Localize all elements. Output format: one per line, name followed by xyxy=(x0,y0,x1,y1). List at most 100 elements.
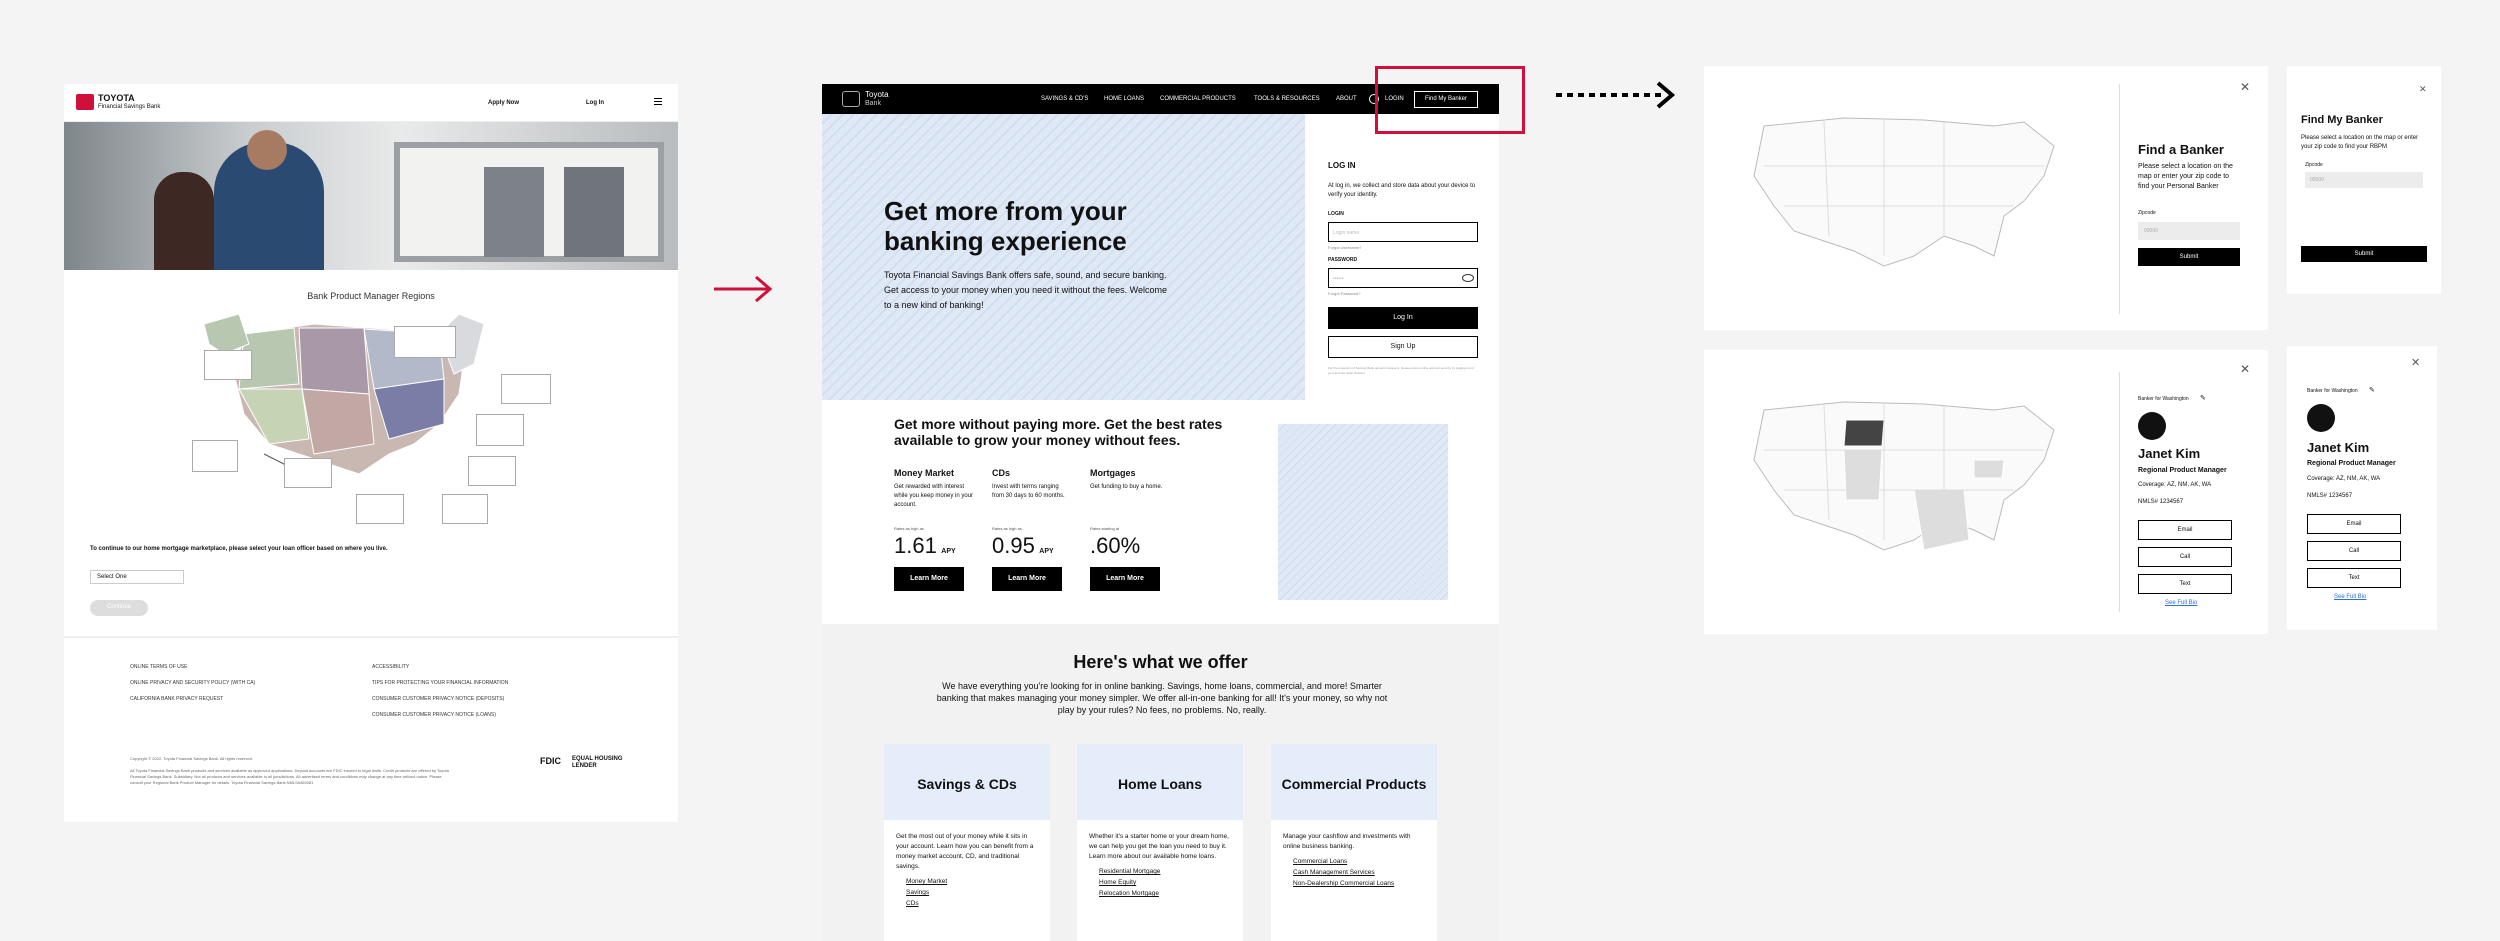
region-callout[interactable] xyxy=(356,494,404,524)
banker-name: Janet Kim xyxy=(2138,446,2201,461)
submit-button[interactable]: Submit xyxy=(2301,246,2427,262)
card-link[interactable]: Money Market xyxy=(884,872,1050,885)
learn-more-button[interactable]: Learn More xyxy=(1090,567,1160,591)
region-callout[interactable] xyxy=(394,326,456,358)
modal-desc: Please select a location on the map or e… xyxy=(2301,135,2419,150)
signup-button[interactable]: Sign Up xyxy=(1328,336,1478,358)
log-in-link[interactable]: Log In xyxy=(586,100,604,106)
forgot-username-link[interactable]: Forgot Username? xyxy=(1328,245,1361,250)
footer-link[interactable]: CALIFORNIA BANK PRIVACY REQUEST xyxy=(130,696,223,702)
full-bio-link[interactable]: See Full Bio xyxy=(2334,594,2366,600)
login-input[interactable]: Login name xyxy=(1328,222,1478,242)
banker-result-mobile: ✕ Banker for Washington ✎ Janet Kim Regi… xyxy=(2287,346,2437,630)
brand-name: Toyota xyxy=(865,90,889,99)
toyota-logo-icon xyxy=(842,91,860,107)
card-link[interactable]: Cash Management Services xyxy=(1271,865,1437,876)
login-panel: LOG IN At log in, we collect and store d… xyxy=(1305,114,1499,400)
footer-link[interactable]: ONLINE TERMS OF USE xyxy=(130,664,187,670)
learn-more-button[interactable]: Learn More xyxy=(992,567,1062,591)
card-desc: Whether it's a starter home or your drea… xyxy=(1089,833,1229,860)
zip-input[interactable]: 00000 xyxy=(2138,222,2240,240)
login-label: LOGIN xyxy=(1328,211,1344,217)
us-map[interactable] xyxy=(1724,106,2114,286)
card-link[interactable]: Relocation Mortgage xyxy=(1077,886,1243,897)
submit-button[interactable]: Submit xyxy=(2138,248,2240,266)
banker-coverage: Coverage: AZ, NM, AK, WA xyxy=(2307,476,2381,482)
text-button[interactable]: Text xyxy=(2307,568,2401,588)
banker-for-label: Banker for Washington xyxy=(2307,388,2358,394)
nav-tools-resources[interactable]: TOOLS & RESOURCES xyxy=(1254,96,1320,102)
call-button[interactable]: Call xyxy=(2138,547,2232,567)
nav-home-loans[interactable]: HOME LOANS xyxy=(1104,96,1144,102)
edit-icon[interactable]: ✎ xyxy=(2200,394,2206,402)
banker-role: Regional Product Manager xyxy=(2138,467,2227,474)
email-button[interactable]: Email xyxy=(2307,514,2401,534)
edit-icon[interactable]: ✎ xyxy=(2369,386,2375,394)
forgot-password-link[interactable]: Forgot Password? xyxy=(1328,291,1360,296)
login-desc: At log in, we collect and store data abo… xyxy=(1328,183,1476,198)
hero-text: Toyota Financial Savings Bank offers saf… xyxy=(884,270,1167,310)
brand-sub: Financial Savings Bank xyxy=(98,104,161,110)
call-button[interactable]: Call xyxy=(2307,541,2401,561)
banker-result-modal: ✕ Banker for Washington ✎ Janet Kim Regi… xyxy=(1704,350,2268,634)
card-header: Home Loans xyxy=(1077,744,1243,820)
region-callout[interactable] xyxy=(442,494,488,524)
full-bio-link[interactable]: See Full Bio xyxy=(2165,600,2197,606)
map-title: Bank Product Manager Regions xyxy=(307,291,435,301)
close-icon[interactable]: ✕ xyxy=(2419,84,2427,95)
rate-desc: Get funding to buy a home. xyxy=(1090,484,1163,490)
password-label: PASSWORD xyxy=(1328,257,1358,263)
region-callout[interactable] xyxy=(192,440,238,472)
offer-title: Here's what we offer xyxy=(1073,652,1248,672)
continue-button[interactable]: Continue xyxy=(90,600,148,616)
card-link[interactable]: Savings xyxy=(884,885,1050,896)
region-callout[interactable] xyxy=(204,350,252,380)
login-button[interactable]: Log In xyxy=(1328,307,1478,329)
disclaimer: All Toyota Financial Savings Bank produc… xyxy=(130,768,449,785)
offer-section: Here's what we offer We have everything … xyxy=(822,624,1499,941)
region-callout[interactable] xyxy=(284,458,332,488)
region-callout[interactable] xyxy=(476,414,524,446)
card-link[interactable]: Home Equity xyxy=(1077,875,1243,886)
rate-caption: Rates starting at xyxy=(1090,526,1120,531)
close-icon[interactable]: ✕ xyxy=(2240,362,2250,376)
header: TOYOTA Financial Savings Bank Apply Now … xyxy=(64,84,678,122)
footer-link[interactable]: TIPS FOR PROTECTING YOUR FINANCIAL INFOR… xyxy=(372,680,508,686)
rate-value: 0.95 xyxy=(992,533,1035,558)
nav-savings[interactable]: SAVINGS & CD'S xyxy=(1041,96,1088,102)
apply-now-link[interactable]: Apply Now xyxy=(488,100,519,106)
us-map[interactable] xyxy=(1724,390,2114,570)
close-icon[interactable]: ✕ xyxy=(2411,356,2420,369)
modal-title: Find a Banker xyxy=(2138,142,2224,157)
avatar xyxy=(2307,404,2335,432)
footer-link[interactable]: ONLINE PRIVACY AND SECURITY POLICY (WITH… xyxy=(130,680,255,686)
text-button[interactable]: Text xyxy=(2138,574,2232,594)
footer-link[interactable]: CONSUMER CUSTOMER PRIVACY NOTICE (LOANS) xyxy=(372,712,496,718)
footer-link[interactable]: CONSUMER CUSTOMER PRIVACY NOTICE (DEPOSI… xyxy=(372,696,504,702)
region-select[interactable]: Select One xyxy=(90,570,184,584)
nav-about[interactable]: ABOUT xyxy=(1336,96,1357,102)
rates-image xyxy=(1278,424,1448,600)
hero-title: Get more from your banking experience xyxy=(884,196,1127,256)
password-input[interactable]: •••••• xyxy=(1328,268,1478,288)
learn-more-button[interactable]: Learn More xyxy=(894,567,964,591)
email-button[interactable]: Email xyxy=(2138,520,2232,540)
card-commercial-products: Commercial Products Manage your cashflow… xyxy=(1271,744,1437,941)
rate-title: Money Market xyxy=(894,468,955,478)
rate-unit: APY xyxy=(1039,548,1054,555)
card-link[interactable]: Commercial Loans xyxy=(1271,852,1437,865)
rate-card-mortgages: Mortgages Get funding to buy a home. Rat… xyxy=(1090,468,1170,598)
region-callout[interactable] xyxy=(468,456,516,486)
footer-link[interactable]: ACCESSIBILITY xyxy=(372,664,409,670)
menu-icon[interactable] xyxy=(654,98,662,105)
card-link[interactable]: CDs xyxy=(884,896,1050,907)
card-link[interactable]: Non-Dealership Commercial Loans xyxy=(1271,876,1437,887)
nav-commercial-products[interactable]: COMMERCIAL PRODUCTS xyxy=(1160,96,1236,102)
zip-input[interactable]: 00000 xyxy=(2305,172,2423,188)
close-icon[interactable]: ✕ xyxy=(2240,80,2250,94)
region-callout[interactable] xyxy=(501,374,551,404)
eye-icon[interactable] xyxy=(1462,274,1474,282)
hero-photo xyxy=(64,122,678,270)
card-link[interactable]: Residential Mortgage xyxy=(1077,862,1243,875)
banker-coverage: Coverage: AZ, NM, AK, WA xyxy=(2138,482,2212,488)
